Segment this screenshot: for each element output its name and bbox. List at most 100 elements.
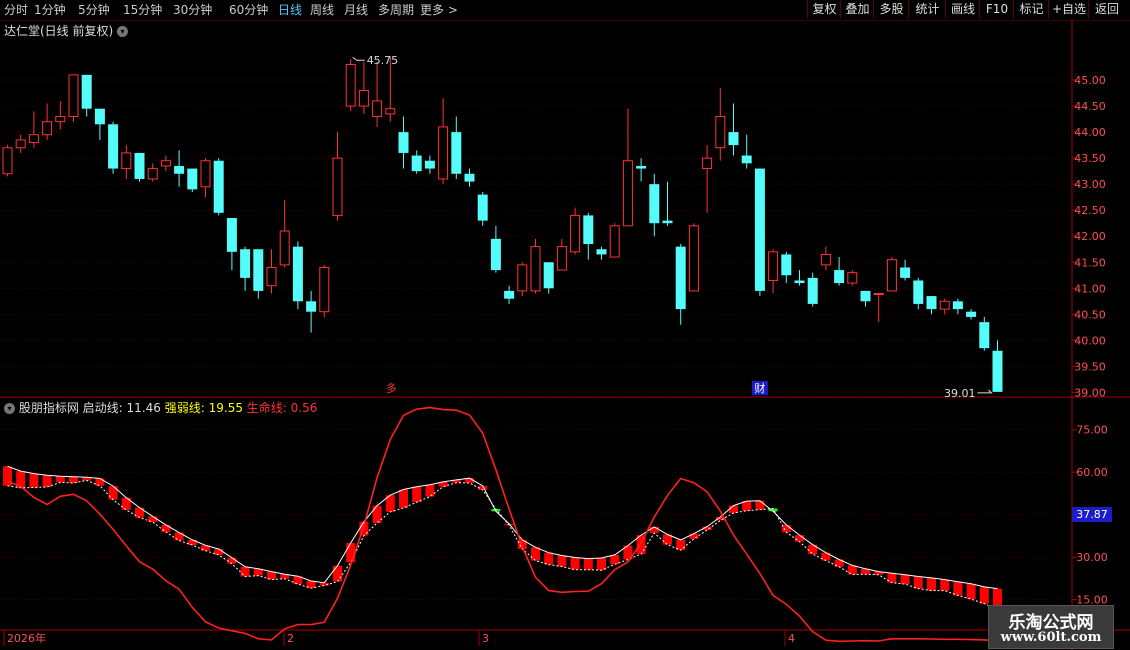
candle: [728, 103, 739, 156]
candle: [662, 181, 673, 226]
candle: [121, 145, 132, 179]
candle: [794, 270, 805, 286]
candle: [94, 108, 105, 140]
candle-body: [424, 160, 435, 169]
indicator-bar: [940, 579, 950, 591]
candle: [266, 249, 277, 294]
indicator-bar: [214, 548, 224, 555]
candle: [900, 259, 911, 281]
candle-body: [279, 230, 290, 266]
indicator-bar: [755, 500, 765, 510]
indicator-bar: [29, 473, 39, 488]
candle-body: [517, 264, 528, 292]
indicator-bar: [544, 552, 554, 565]
candle: [913, 277, 924, 310]
candle: [807, 272, 818, 307]
candle-body: [306, 301, 317, 312]
candle-body: [530, 246, 541, 292]
indicator-axis-label: 75.00: [1076, 424, 1108, 437]
candle-body: [860, 290, 871, 302]
candle-body: [807, 277, 818, 304]
candle-body: [345, 63, 356, 107]
indicator-axis-label: 60.00: [1076, 466, 1108, 479]
candle-body: [543, 262, 554, 289]
candle-body: [570, 214, 581, 253]
candle-body: [319, 266, 330, 313]
candle: [715, 87, 726, 161]
line2-value: 19.55: [208, 401, 243, 415]
candle: [187, 168, 198, 192]
candle-body: [675, 246, 686, 310]
candle: [979, 316, 990, 351]
indicator-bar: [795, 535, 804, 542]
line3-label: 生命线:: [246, 401, 287, 415]
candle: [28, 111, 39, 148]
candle-body: [966, 311, 977, 317]
candle: [55, 100, 66, 130]
indicator-bar: [570, 557, 580, 570]
chevron-down-icon[interactable]: ▾: [4, 403, 15, 414]
indicator-bar: [531, 547, 540, 561]
price-axis-label: 44.00: [1074, 126, 1106, 139]
date-axis-label: 3: [482, 632, 489, 645]
candle: [781, 251, 792, 284]
candle-body: [15, 139, 26, 149]
candle: [358, 61, 369, 114]
indicator-bar: [689, 533, 699, 539]
indicator-bar: [583, 558, 593, 570]
indicator-bar: [649, 526, 659, 534]
candle-body: [873, 292, 884, 295]
candle: [68, 74, 79, 122]
candle: [834, 257, 845, 286]
indicator-bar: [610, 554, 620, 565]
candle-body: [728, 132, 739, 146]
candle-body: [702, 157, 713, 170]
candle: [649, 173, 660, 237]
candle-body: [834, 270, 845, 284]
candle: [939, 298, 950, 315]
candle-body: [636, 165, 647, 169]
candle-body: [662, 220, 673, 224]
candle: [451, 116, 462, 179]
candle: [622, 108, 633, 227]
candle: [596, 246, 607, 260]
candlestick-series: [2, 56, 1003, 392]
price-axis-label: 40.00: [1074, 334, 1106, 347]
indicator-bar: [346, 543, 356, 563]
indicator-bar: [412, 486, 422, 503]
candle-body: [490, 238, 501, 271]
candle: [398, 116, 409, 169]
event-mark[interactable]: 多: [386, 381, 397, 395]
candle: [81, 74, 92, 117]
candle-body: [438, 126, 449, 180]
candle-body: [292, 246, 303, 302]
candle-body: [213, 160, 224, 213]
indicator-bar: [979, 586, 989, 604]
candle: [847, 270, 858, 286]
date-axis-label: 4: [788, 632, 795, 645]
candle: [609, 223, 620, 258]
candle-body: [226, 218, 237, 252]
candle: [292, 241, 303, 310]
indicator-bar: [927, 577, 936, 591]
finance-mark[interactable]: 财: [754, 381, 765, 395]
candle-body: [477, 194, 488, 221]
current-value-badge: 37.87: [1072, 507, 1112, 522]
price-axis-label: 44.50: [1074, 100, 1106, 113]
candle-body: [28, 134, 39, 144]
candle: [504, 285, 515, 304]
indicator-bar: [900, 574, 910, 585]
indicator-bar: [108, 486, 118, 500]
candle: [253, 249, 264, 299]
candle-body: [781, 254, 792, 276]
candle-body: [847, 272, 858, 284]
candle: [42, 103, 53, 140]
life-line: [7, 406, 998, 643]
candle-body: [583, 215, 594, 245]
price-axis-label: 42.00: [1074, 230, 1106, 243]
candle: [372, 61, 383, 127]
price-axis-label: 45.00: [1074, 74, 1106, 87]
indicator-bar: [95, 478, 105, 486]
candle-body: [992, 350, 1003, 392]
candle: [886, 257, 897, 292]
